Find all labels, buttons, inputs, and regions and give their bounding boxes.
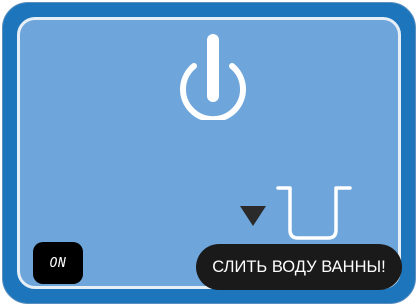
basin-drain-icon <box>276 184 352 244</box>
down-arrow-icon <box>238 204 268 228</box>
drain-bath-button[interactable]: СЛИТЬ ВОДУ ВАННЫ! <box>196 244 402 290</box>
power-button[interactable] <box>170 20 256 120</box>
status-indicator: ON <box>33 242 83 284</box>
status-label: ON <box>49 255 67 271</box>
drain-button-label: СЛИТЬ ВОДУ ВАННЫ! <box>212 257 386 276</box>
power-icon <box>180 34 246 120</box>
